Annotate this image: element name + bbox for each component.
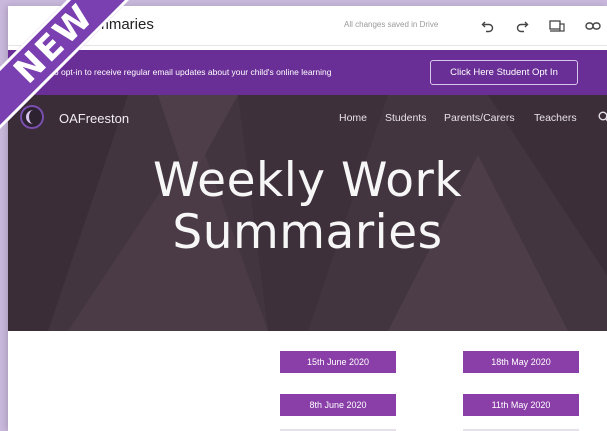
student-opt-in-button[interactable]: Click Here Student Opt In bbox=[430, 60, 578, 85]
page-title-line-1: Weekly Work bbox=[152, 153, 463, 208]
opt-in-banner: hoose to opt-in to receive regular email… bbox=[8, 50, 607, 95]
search-icon[interactable] bbox=[598, 110, 607, 128]
page-title: Weekly Work Summaries bbox=[8, 155, 607, 259]
site-navigation: OAFreeston Home Students Parents/Carers … bbox=[8, 95, 607, 137]
link-icon[interactable] bbox=[582, 15, 604, 37]
site-logo-icon[interactable] bbox=[20, 105, 44, 129]
google-sites-editor-window: Summaries All changes saved in Drive hoo… bbox=[8, 6, 607, 431]
nav-item-home[interactable]: Home bbox=[339, 112, 367, 124]
undo-icon[interactable] bbox=[477, 15, 499, 37]
nav-item-parents-carers[interactable]: Parents/Carers bbox=[444, 112, 515, 124]
redo-icon[interactable] bbox=[511, 15, 533, 37]
summary-button-15-june-2020[interactable]: 15th June 2020 bbox=[280, 351, 396, 373]
summary-button-18-may-2020[interactable]: 18th May 2020 bbox=[463, 351, 579, 373]
weekly-summary-links: 15th June 2020 18th May 2020 8th June 20… bbox=[8, 331, 607, 431]
summary-button-8-june-2020[interactable]: 8th June 2020 bbox=[280, 394, 396, 416]
banner-text: hoose to opt-in to receive regular email… bbox=[26, 67, 332, 77]
device-preview-icon[interactable] bbox=[546, 15, 568, 37]
page-title-line-2: Summaries bbox=[172, 205, 443, 260]
site-name[interactable]: OAFreeston bbox=[59, 111, 129, 126]
site-title[interactable]: Summaries bbox=[78, 16, 154, 33]
nav-item-teachers[interactable]: Teachers bbox=[534, 112, 577, 124]
editor-toolbar: Summaries All changes saved in Drive bbox=[8, 6, 607, 46]
save-status-text: All changes saved in Drive bbox=[344, 20, 439, 29]
summary-button-11-may-2020[interactable]: 11th May 2020 bbox=[463, 394, 579, 416]
hero-header: OAFreeston Home Students Parents/Carers … bbox=[8, 95, 607, 331]
nav-item-students[interactable]: Students bbox=[385, 112, 426, 124]
